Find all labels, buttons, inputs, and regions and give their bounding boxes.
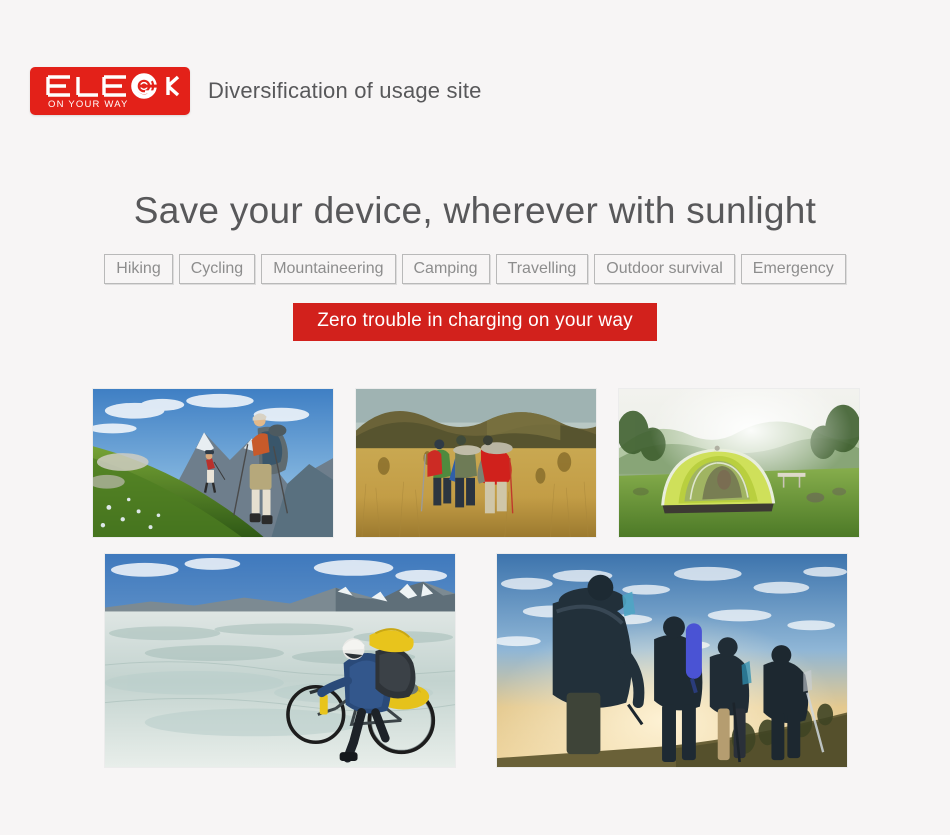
photo-backpackers-sunset — [496, 553, 848, 768]
tag-emergency[interactable]: Emergency — [740, 254, 846, 284]
page-header: ON YOUR WAY Diversification of usage sit… — [30, 67, 482, 115]
tag-camping[interactable]: Camping — [401, 254, 490, 284]
promo-banner-wrap: Zero trouble in charging on your way — [0, 303, 950, 341]
headline: Save your device, wherever with sunlight — [133, 190, 817, 231]
brand-logo[interactable]: ON YOUR WAY — [30, 67, 190, 115]
gallery-bottom-row — [104, 553, 848, 768]
promo-banner: Zero trouble in charging on your way — [293, 303, 657, 341]
tag-hiking[interactable]: Hiking — [104, 254, 173, 284]
gallery-top-row — [92, 388, 860, 538]
page-title: Diversification of usage site — [208, 78, 482, 103]
tag-outdoor-survival[interactable]: Outdoor survival — [594, 254, 735, 284]
photo-hiking-alpine-slope — [92, 388, 334, 538]
photo-camping-tent — [618, 388, 860, 538]
tag-cycling[interactable]: Cycling — [178, 254, 256, 284]
elegeek-circle-logo-icon: ON YOUR WAY — [46, 73, 180, 110]
logo-tagline-text: ON YOUR WAY — [48, 99, 129, 110]
photo-trekking-grassland — [355, 388, 597, 538]
tag-travelling[interactable]: Travelling — [495, 254, 589, 284]
photo-cycling-glacier — [104, 553, 456, 768]
usage-tag-list: Hiking Cycling Mountaineering Camping Tr… — [0, 254, 950, 284]
tag-mountaineering[interactable]: Mountaineering — [261, 254, 396, 284]
